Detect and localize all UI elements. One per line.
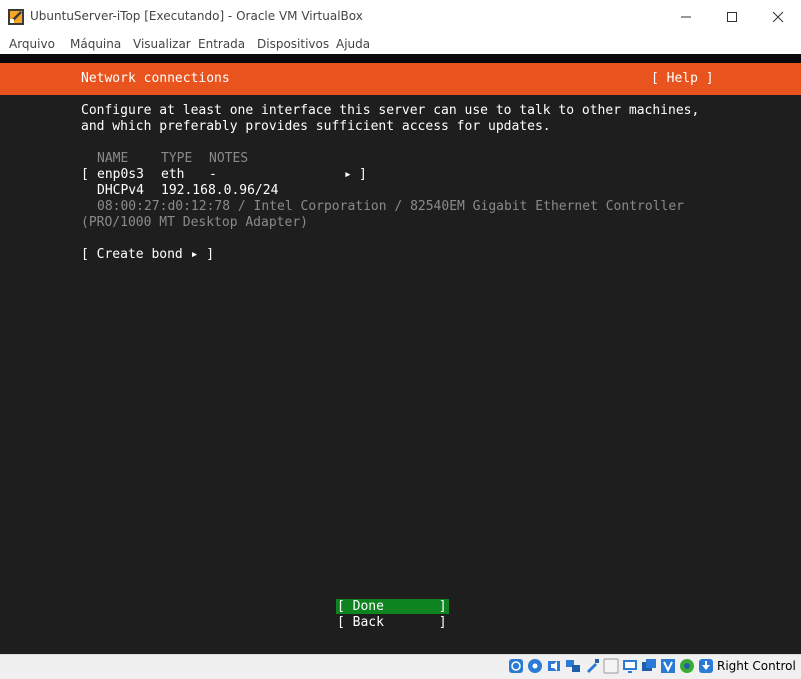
done-button[interactable]: [ Done ] [337,599,447,615]
display-icon[interactable] [622,658,638,674]
page-title: Network connections [81,71,230,86]
minimize-button[interactable] [663,4,709,30]
interface-menu-arrow-icon: ▸ [344,167,352,182]
menu-dispositivos[interactable]: Dispositivos [257,37,329,51]
column-header-name: NAME [97,151,129,166]
menu-arquivo[interactable]: Arquivo [9,37,55,51]
menu-entrada[interactable]: Entrada [198,37,245,51]
menu-maquina[interactable]: Máquina [70,37,121,51]
host-key-arrow-icon[interactable] [698,658,714,674]
video-capture-icon[interactable] [641,658,657,674]
interface-hardware-info-line-1: 08:00:27:d0:12:78 / Intel Corporation / … [97,199,684,214]
installer-header: Network connections [ Help ] [0,63,801,95]
interface-close-bracket: ] [359,167,367,182]
cpu-icon[interactable] [679,658,695,674]
hard-disk-icon[interactable] [508,658,524,674]
help-button[interactable]: [ Help ] [651,71,714,87]
shared-folders-icon[interactable] [603,658,619,674]
interface-address: 192.168.0.96/24 [161,183,279,198]
close-button[interactable] [755,4,801,30]
window-title: UbuntuServer-iTop [Executando] - Oracle … [30,9,363,23]
intro-text-line-2: and which preferably provides sufficient… [81,119,551,134]
interface-open-bracket: [ [81,167,89,182]
column-header-type: TYPE [161,151,193,166]
audio-icon[interactable] [546,658,562,674]
maximize-button[interactable] [709,4,755,30]
optical-drive-icon[interactable] [527,658,543,674]
interface-name: enp0s3 [97,167,144,182]
close-icon [772,11,784,23]
create-bond-button[interactable]: [ Create bond ▸ ] [81,247,214,263]
interface-addr-method: DHCPv4 [97,183,144,198]
vm-display-top-strip [0,54,801,63]
column-header-notes: NOTES [209,151,249,166]
recording-icon[interactable] [660,658,676,674]
back-button[interactable]: [ Back ] [337,615,447,631]
vm-display[interactable]: Network connections [ Help ] Configure a… [0,54,801,654]
interface-hardware-info-line-2: (PRO/1000 MT Desktop Adapter) [81,215,308,230]
intro-text-line-1: Configure at least one interface this se… [81,103,700,118]
interface-notes: - [209,167,217,182]
maximize-icon [727,12,737,22]
minimize-icon [681,16,691,18]
menu-visualizar[interactable]: Visualizar [133,37,191,51]
virtualbox-app-icon [8,9,24,25]
menu-ajuda[interactable]: Ajuda [336,37,370,51]
menu-bar: Arquivo Máquina Visualizar Entrada Dispo… [0,34,801,54]
usb-icon[interactable] [584,658,600,674]
host-key-label[interactable]: Right Control [717,659,796,673]
vm-status-bar: Right Control [0,654,801,679]
window-titlebar[interactable]: UbuntuServer-iTop [Executando] - Oracle … [0,0,801,34]
network-icon[interactable] [565,658,581,674]
interface-type: eth [161,167,185,182]
